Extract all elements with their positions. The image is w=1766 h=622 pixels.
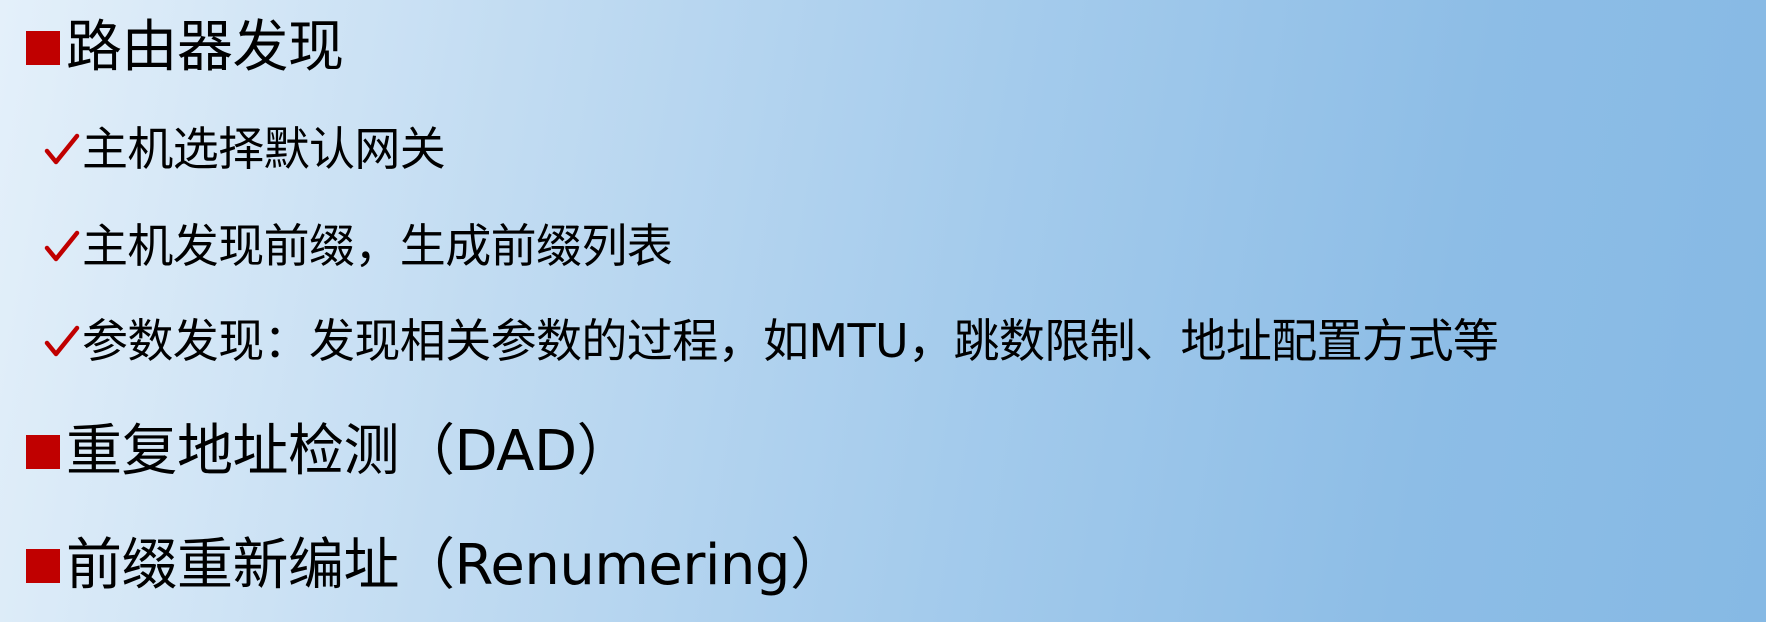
sub-item-text: 主机选择默认网关 <box>82 122 446 176</box>
list-item-dad: 重复地址检测（DAD） <box>26 412 633 492</box>
list-item-router-discovery: 路由器发现 <box>26 8 344 88</box>
square-bullet-icon <box>26 435 60 469</box>
sub-item-text: 主机发现前缀，生成前缀列表 <box>82 219 673 273</box>
sub-item-default-gateway: 主机选择默认网关 <box>44 114 446 184</box>
list-item-renumbering: 前缀重新编址（Renumering） <box>26 526 846 606</box>
sub-item-prefix-discovery: 主机发现前缀，生成前缀列表 <box>44 211 673 281</box>
list-item-text: 路由器发现 <box>66 15 344 80</box>
checkmark-icon <box>44 325 80 357</box>
sub-item-parameter-discovery: 参数发现：发现相关参数的过程，如MTU，跳数限制、地址配置方式等 <box>44 306 1499 376</box>
sub-item-text: 参数发现：发现相关参数的过程，如MTU，跳数限制、地址配置方式等 <box>82 314 1499 368</box>
square-bullet-icon <box>26 31 60 65</box>
checkmark-icon <box>44 133 80 165</box>
list-item-text: 前缀重新编址（Renumering） <box>66 533 846 598</box>
list-item-text: 重复地址检测（DAD） <box>66 419 633 484</box>
checkmark-icon <box>44 230 80 262</box>
slide: 路由器发现 主机选择默认网关 主机发现前缀，生成前缀列表 参数发现：发现相关参数… <box>0 0 1766 622</box>
square-bullet-icon <box>26 549 60 583</box>
